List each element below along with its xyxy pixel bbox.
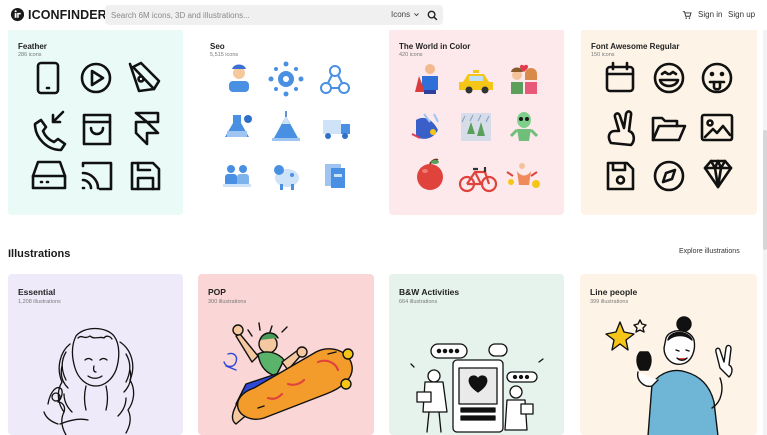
phone-incoming-icon [33,110,67,152]
icon-set-card-font-awesome[interactable]: Font Awesome Regular 150 icons [581,16,757,215]
laugh-face-icon [653,62,685,94]
illustration-card-essential[interactable]: Essential 1,208 illustrations [8,274,183,435]
cart-icon[interactable] [682,10,692,20]
shopping-bag-icon [82,113,112,146]
rainy-bird-icon [411,113,439,139]
sign-in-link[interactable]: Sign in [698,10,722,19]
search-button[interactable] [425,8,439,22]
network-gear-icon [268,61,304,97]
bicycle-icon [458,167,498,193]
image-icon [700,113,734,142]
framer-icon [134,111,160,146]
folder-open-icon [651,116,687,142]
top-header: ICONFINDER Icons Sign in Sign up [0,0,767,30]
explore-illustrations-link[interactable]: Explore illustrations [679,248,740,255]
save-icon [130,161,161,191]
iconfinder-logo-icon [10,7,25,22]
page-scrollbar[interactable] [763,30,767,435]
illustration-count: 664 illustrations [399,299,438,305]
seo-icon-grid [223,61,350,190]
team-users-icon [223,165,251,187]
illustration-title: B&W Activities [399,287,460,297]
illustration-count: 1,208 illustrations [18,299,61,305]
font-awesome-icon-grid [605,61,734,192]
pen-tool-icon [128,61,161,93]
calendar-icon [605,61,635,93]
sign-up-link[interactable]: Sign up [728,10,755,19]
icon-set-card-seo[interactable]: Seo 5,515 icons [200,16,372,215]
scrollbar-thumb[interactable] [763,130,767,250]
play-circle-icon [80,62,112,94]
cast-icon [81,161,113,191]
compass-icon [653,160,685,192]
illustration-count: 399 illustrations [590,299,629,305]
tongue-face-icon [701,62,733,94]
alien-icon [509,112,539,141]
apple-icon [417,158,443,190]
illustration-title: Line people [590,287,638,297]
logo-text: ICONFINDER [28,7,107,22]
forest-rain-icon [461,113,491,141]
illustration-card-bw-activities[interactable]: B&W Activities 664 illustrations [389,274,564,435]
flask-icon [225,115,252,137]
superhero-icon [415,64,438,94]
feather-icon-grid [31,61,161,191]
icon-set-card-feather[interactable]: Feather 286 icons [8,16,183,215]
logo[interactable]: ICONFINDER [10,7,107,22]
taxi-icon [459,70,493,94]
search-input[interactable] [105,10,375,20]
search-type-dropdown[interactable]: Icons [391,10,420,19]
gem-icon [703,159,733,189]
world-color-icon-grid [411,64,540,193]
payment-card-icon [325,164,345,188]
floppy-disk-icon [606,161,635,191]
illustration-count: 300 illustrations [208,299,247,305]
user-profile-icon [229,64,249,92]
share-network-icon [320,65,350,94]
illustration-card-pop[interactable]: POP 300 illustrations [198,274,374,435]
section-title-illustrations: Illustrations [8,248,71,260]
search-icon [427,10,437,20]
delivery-truck-icon [323,120,350,139]
icon-set-card-world-in-color[interactable]: The World in Color 420 icons [389,16,564,215]
hard-drive-icon [31,160,67,190]
mountain-peak-icon [272,111,300,141]
illustration-card-line-people[interactable]: Line people 399 illustrations [580,274,757,435]
piggy-bank-icon [274,165,299,190]
flower-dancer-icon [506,163,540,188]
couple-icon [511,64,537,94]
tablet-icon [36,61,60,95]
peace-hand-icon [607,110,636,147]
search-type-label: Icons [391,10,411,19]
illustration-title: POP [208,287,226,297]
chevron-down-icon [414,13,420,17]
search-bar: Icons [105,5,443,25]
illustration-title: Essential [18,287,56,297]
